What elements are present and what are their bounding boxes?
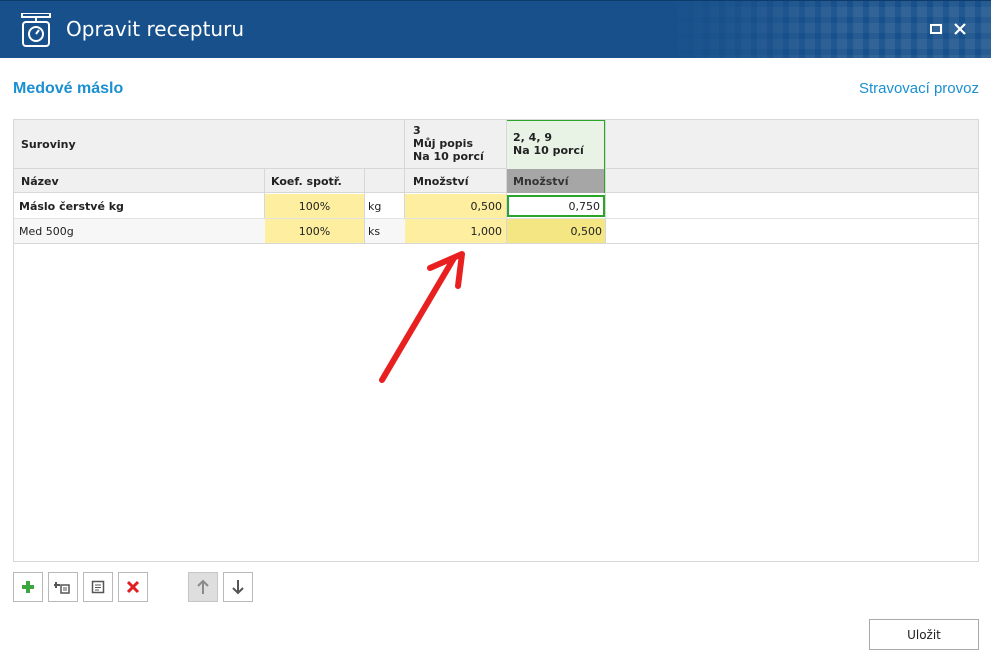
delete-x-icon [126, 580, 140, 594]
recipe-title: Medové máslo [13, 80, 124, 97]
recipe-description: Můj popis [413, 137, 474, 150]
delete-button[interactable] [118, 572, 148, 602]
plus-icon [22, 581, 34, 593]
edit-button[interactable] [83, 572, 113, 602]
add-subrecipe-button[interactable] [48, 572, 78, 602]
recipe-portions: Na 10 porcí [413, 150, 484, 163]
ingredients-grid: Suroviny 3 Můj popis Na 10 porcí 2, 4, 9… [13, 119, 979, 562]
group-header-suroviny: Suroviny [21, 138, 76, 151]
coefficient-value[interactable]: 100% [265, 225, 364, 238]
scale-icon [21, 13, 51, 47]
quantity-value-selected[interactable]: 0,500 [507, 225, 603, 238]
move-up-button[interactable] [188, 572, 218, 602]
quantity-edit-input[interactable]: 0,750 [507, 195, 605, 217]
move-down-button[interactable] [223, 572, 253, 602]
quantity-value[interactable]: 0,500 [405, 200, 503, 213]
add-subrecipe-icon [54, 582, 70, 594]
window-titlebar: Opravit recepturu [0, 0, 991, 58]
grid-header-band [14, 120, 978, 169]
unit-value: kg [368, 200, 382, 213]
column-header-coefficient[interactable]: Koef. spotř. [271, 175, 342, 188]
grid-column-header-band [14, 169, 978, 193]
ingredient-name[interactable]: Máslo čerstvé kg [19, 200, 124, 213]
quantity-edit-value: 0,750 [568, 200, 601, 213]
ingredient-name[interactable]: Med 500g [19, 225, 74, 238]
coefficient-value[interactable]: 100% [265, 200, 364, 213]
operation-link[interactable]: Stravovací provoz [859, 80, 979, 97]
save-button[interactable]: Uložit [869, 619, 979, 650]
add-button[interactable] [13, 572, 43, 602]
arrow-down-icon [232, 580, 244, 595]
document-icon [91, 580, 105, 594]
annotation-arrow-icon [379, 251, 465, 383]
arrow-up-icon [197, 579, 209, 594]
recipe-portions: Na 10 porcí [513, 144, 584, 157]
recipe-column-header-selected[interactable]: 2, 4, 9 Na 10 porcí [513, 131, 584, 157]
recipe-column-header[interactable]: 3 Můj popis Na 10 porcí [413, 124, 484, 163]
recipe-number: 2, 4, 9 [513, 131, 552, 144]
row-separator [14, 243, 978, 244]
divider [605, 120, 606, 243]
maximize-icon[interactable] [929, 22, 943, 36]
unit-value: ks [368, 225, 381, 238]
column-header-name[interactable]: Název [21, 175, 59, 188]
quantity-value[interactable]: 1,000 [405, 225, 503, 238]
recipe-number: 3 [413, 124, 421, 137]
column-header-quantity[interactable]: Množství [413, 175, 468, 188]
close-icon[interactable] [953, 22, 967, 36]
column-header-quantity-selected[interactable]: Množství [513, 175, 568, 188]
window-title: Opravit recepturu [66, 17, 245, 41]
